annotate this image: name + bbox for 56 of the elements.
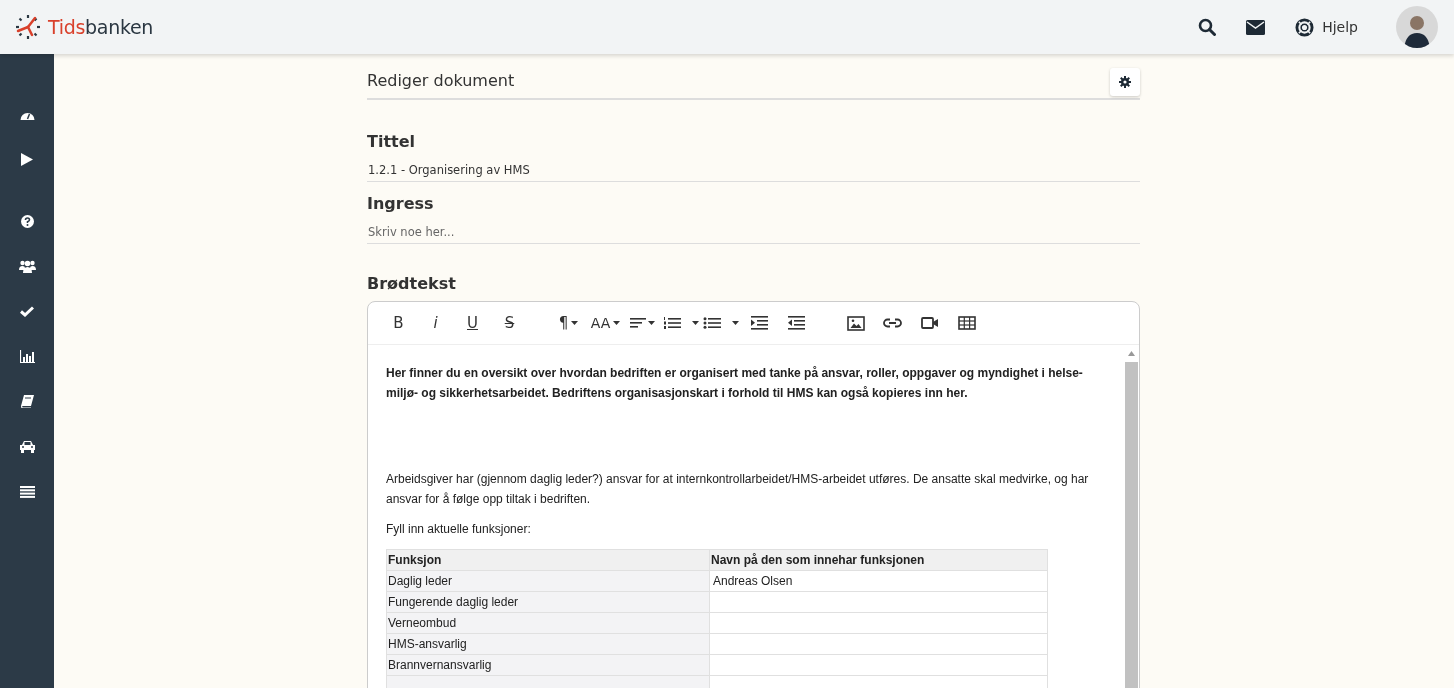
link-icon [883, 318, 902, 328]
table-cell[interactable]: Fungerende daglig leder [386, 591, 710, 613]
book-icon[interactable] [20, 395, 34, 408]
format-button[interactable]: B [380, 308, 417, 338]
text-field[interactable]: 1.2.1 - Organisering av HMS [367, 159, 1140, 182]
image-icon [846, 315, 865, 331]
table-cell[interactable]: HMS-ansvarlig [386, 633, 710, 655]
format-button[interactable]: i [417, 308, 454, 338]
align-left-icon [630, 316, 655, 330]
users-icon[interactable] [18, 260, 36, 273]
help-link[interactable]: Hjelp [1295, 17, 1358, 37]
body-paragraph: Fyll inn aktuelle funksjoner: [386, 521, 532, 538]
envelope-icon[interactable] [1246, 19, 1266, 35]
table-cell[interactable] [709, 591, 1048, 613]
settings-button[interactable] [1110, 68, 1140, 96]
user-avatar[interactable] [1396, 6, 1438, 48]
search-icon[interactable] [1198, 18, 1217, 36]
gear-icon [1119, 76, 1131, 88]
table-header-cell: Funksjon [386, 549, 710, 571]
play-icon[interactable] [21, 153, 33, 166]
text-field[interactable]: Skriv noe her... [367, 221, 1140, 244]
caret-icon [613, 321, 621, 325]
table-cell[interactable]: Andreas Olsen [709, 570, 1048, 592]
table-cell[interactable] [709, 633, 1048, 655]
bullet-list-icon [703, 316, 739, 330]
table-cell[interactable]: Verneombud [386, 612, 710, 634]
page-title: Rediger dokument [367, 69, 515, 90]
table-cell[interactable]: Brannvernansvarlig [386, 654, 710, 676]
table-cell[interactable] [709, 654, 1048, 676]
table-header-cell: Navn på den som innehar funksjonen [709, 549, 1048, 571]
question-icon[interactable] [20, 215, 34, 228]
table-cell[interactable] [709, 612, 1048, 634]
list-icon[interactable] [19, 485, 35, 498]
outdent-icon [788, 316, 805, 330]
clock-logo-icon [14, 13, 42, 41]
checkmark-icon[interactable] [20, 306, 34, 317]
brand-logo-text[interactable]: Tidsbanken [48, 16, 154, 38]
video-camera-icon [920, 317, 939, 329]
bar-chart-icon[interactable] [19, 350, 35, 363]
indent-icon [751, 316, 768, 330]
caret-icon [571, 321, 579, 325]
scroll-up-icon[interactable] [1128, 351, 1135, 356]
table-icon [957, 316, 976, 330]
field-label: Ingress [367, 194, 435, 213]
lifebuoy-icon [1295, 17, 1315, 37]
font-size-button[interactable]: AA [587, 308, 624, 338]
format-button[interactable]: S [491, 308, 528, 338]
paragraph-format-button[interactable]: ¶ [550, 308, 587, 338]
intro-paragraph: Her finner du en oversikt over hvordan bedriften er organisert med tanke på ansvar, roller, oppgaver og myndighet i helse- miljø- og sikkerhetsarbeidet. Bedriftens organisasjonskart i forhold til HMS kan også kopieres inn her. [386, 365, 1084, 402]
field-label: Brødtekst [367, 274, 457, 293]
table-cell[interactable]: Daglig leder [386, 570, 710, 592]
format-button[interactable]: U [454, 308, 491, 338]
field-label: Tittel [367, 132, 417, 151]
body-paragraph: Arbeidsgiver har (gjennom daglig leder?) ansvar for at internkontrollarbeidet/HMS-arbeidet utføres. De ansatte skal medvirke, og har ansvar for å følge opp tiltak i bedriften. [386, 471, 1090, 508]
numbered-list-icon [663, 316, 699, 330]
car-icon[interactable] [18, 440, 36, 453]
